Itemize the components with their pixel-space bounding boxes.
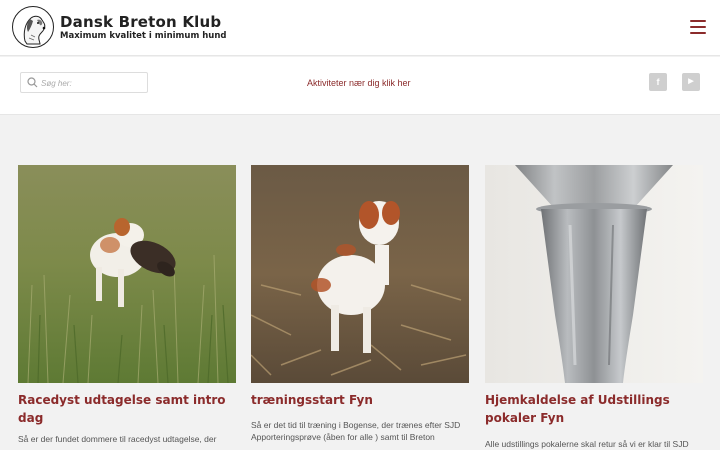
post-excerpt: Så er det tid til træning i Bogense, der… xyxy=(251,420,461,442)
brand[interactable]: Dansk Breton Klub Maximum kvalitet i min… xyxy=(60,13,227,42)
search-icon xyxy=(27,77,38,88)
post-image[interactable] xyxy=(18,165,236,383)
dog-head-logo[interactable] xyxy=(12,6,54,48)
search-box[interactable] xyxy=(20,72,148,93)
post-excerpt: Så er der fundet dommere til racedyst ud… xyxy=(18,434,217,444)
search-input[interactable] xyxy=(41,75,141,91)
hamburger-menu-icon[interactable] xyxy=(690,20,706,34)
post-title[interactable]: Racedyst udtagelse samt intro dag xyxy=(18,391,236,427)
youtube-icon[interactable]: ▶ xyxy=(682,73,700,91)
site-title: Dansk Breton Klub xyxy=(60,13,222,31)
site-tagline: Maximum kvalitet i minimum hund xyxy=(60,31,227,41)
sub-toolbar: Aktiviteter nær dig klik her f ▶ xyxy=(0,57,720,115)
facebook-icon[interactable]: f xyxy=(649,73,667,91)
site-header: Dansk Breton Klub Maximum kvalitet i min… xyxy=(0,0,720,56)
post-excerpt: Alle udstillings pokalerne skal retur så… xyxy=(485,439,689,449)
post-title[interactable]: Hjemkaldelse af Udstillings pokaler Fyn xyxy=(485,391,703,427)
post-image[interactable] xyxy=(485,165,703,383)
post-title[interactable]: træningsstart Fyn xyxy=(251,391,469,409)
post-image[interactable] xyxy=(251,165,469,383)
activities-link[interactable]: Aktiviteter nær dig klik her xyxy=(307,78,411,88)
